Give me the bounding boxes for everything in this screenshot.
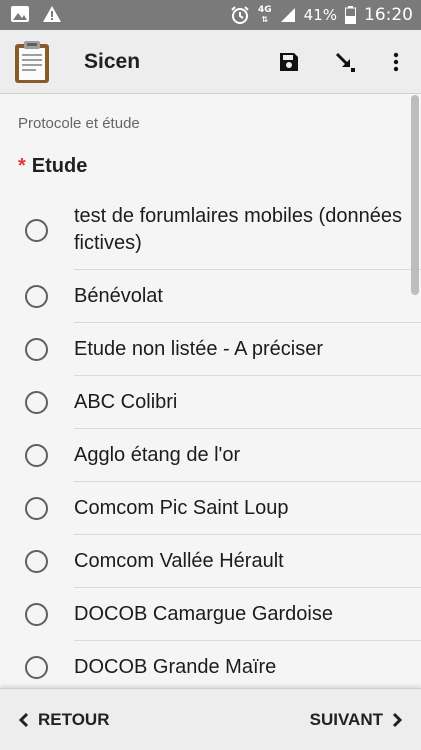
signal-icon xyxy=(280,8,295,22)
status-bar: 4G ⇅ 41% 16:20 xyxy=(0,0,421,30)
image-icon xyxy=(11,6,29,22)
radio-button[interactable] xyxy=(25,656,48,679)
notification-icons xyxy=(10,5,62,23)
radio-button[interactable] xyxy=(25,218,48,242)
more-vert-icon xyxy=(393,52,399,72)
go-to-button[interactable] xyxy=(327,44,363,80)
next-button[interactable]: SUIVANT xyxy=(310,689,403,750)
option-row[interactable]: test de forumlaires mobiles (données fic… xyxy=(0,190,421,270)
alarm-icon xyxy=(231,6,249,24)
option-row[interactable]: Bénévolat xyxy=(0,270,421,323)
radio-button[interactable] xyxy=(25,550,48,573)
option-list: test de forumlaires mobiles (données fic… xyxy=(0,190,421,688)
required-marker: * xyxy=(18,155,26,177)
option-label: Etude non listée - A préciser xyxy=(74,338,324,360)
chevron-right-icon xyxy=(392,712,403,728)
bottom-navigation: RETOUR SUIVANT xyxy=(0,688,421,750)
option-row[interactable]: Comcom Pic Saint Loup xyxy=(0,482,421,535)
back-label: RETOUR xyxy=(38,710,110,729)
option-label: Comcom Vallée Hérault xyxy=(74,550,284,572)
scrollbar[interactable] xyxy=(411,95,419,295)
battery-icon xyxy=(345,6,356,24)
option-label: Agglo étang de l'or xyxy=(74,444,241,466)
option-row[interactable]: Etude non listée - A préciser xyxy=(0,323,421,376)
radio-button[interactable] xyxy=(25,497,48,520)
section-title: Protocole et étude xyxy=(18,115,140,132)
radio-button[interactable] xyxy=(25,285,48,308)
option-label: test de forumlaires mobiles (données fic… xyxy=(74,205,402,254)
question-label: * Etude xyxy=(18,155,87,178)
chevron-left-icon xyxy=(18,712,29,728)
app-bar: Sicen xyxy=(0,30,421,94)
question-text: Etude xyxy=(31,155,88,177)
option-label: Comcom Pic Saint Loup xyxy=(74,497,289,519)
radio-button[interactable] xyxy=(25,444,48,467)
option-label: DOCOB Grande Maïre xyxy=(74,656,277,678)
option-row[interactable]: DOCOB Grande Maïre xyxy=(0,641,421,688)
save-button[interactable] xyxy=(271,44,307,80)
radio-button[interactable] xyxy=(25,338,48,361)
back-button[interactable]: RETOUR xyxy=(18,689,109,750)
option-row[interactable]: ABC Colibri xyxy=(0,376,421,429)
warning-icon xyxy=(43,6,61,22)
save-icon xyxy=(280,53,298,71)
radio-button[interactable] xyxy=(25,603,48,626)
option-label: Bénévolat xyxy=(74,285,163,307)
option-label: ABC Colibri xyxy=(74,391,178,413)
radio-button[interactable] xyxy=(25,391,48,414)
battery-percent: 41% xyxy=(303,6,337,24)
system-indicators: 4G ⇅ 41% 16:20 xyxy=(230,0,413,30)
option-row[interactable]: DOCOB Camargue Gardoise xyxy=(0,588,421,641)
go-to-icon xyxy=(335,52,355,72)
next-label: SUIVANT xyxy=(309,710,383,729)
network-indicator: 4G ⇅ xyxy=(258,5,272,25)
app-title: Sicen xyxy=(84,50,141,73)
network-label: 4G xyxy=(258,5,272,15)
option-row[interactable]: Comcom Vallée Hérault xyxy=(0,535,421,588)
clock: 16:20 xyxy=(364,5,413,25)
form-content[interactable]: Protocole et étude * Etude test de foruml… xyxy=(0,95,421,688)
option-row[interactable]: Agglo étang de l'or xyxy=(0,429,421,482)
clipboard-icon xyxy=(15,41,49,83)
more-options-button[interactable] xyxy=(378,44,414,80)
option-label: DOCOB Camargue Gardoise xyxy=(74,603,333,625)
